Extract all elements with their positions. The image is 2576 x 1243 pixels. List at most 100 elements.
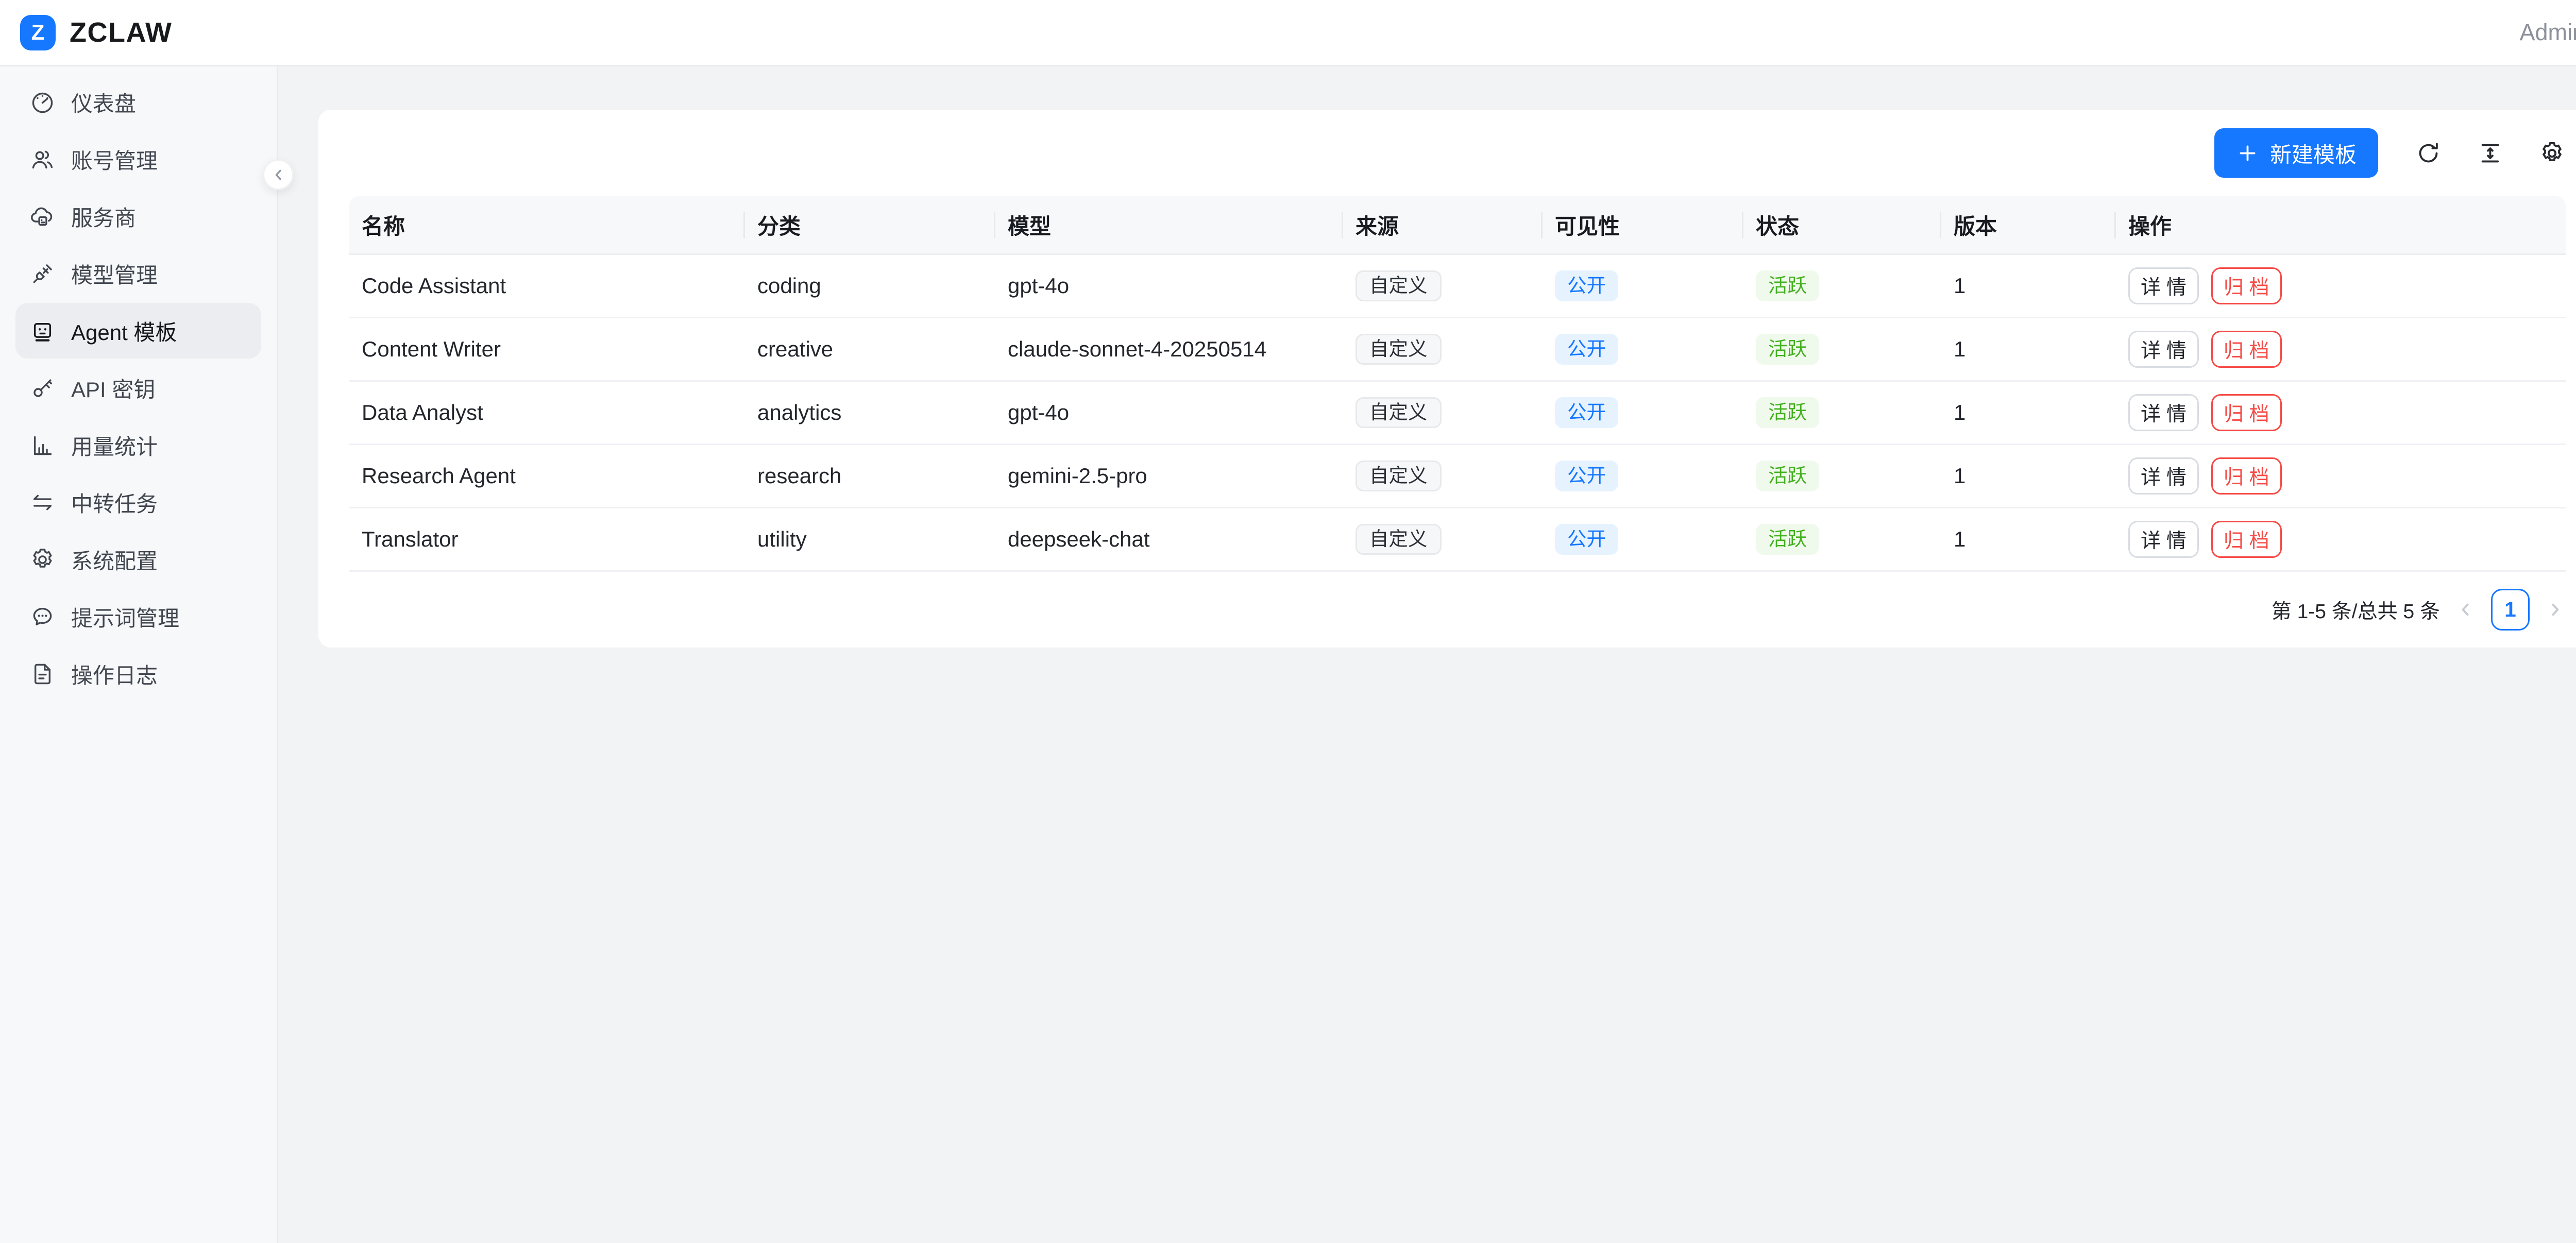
comment-icon [29, 604, 56, 630]
cell-category: utility [745, 508, 995, 572]
archive-button[interactable]: 归 档 [2211, 394, 2282, 431]
cell-version: 1 [1941, 445, 2116, 508]
users-icon [29, 146, 56, 173]
top-bar: Z ZCLAW Admin [0, 0, 2576, 66]
sidebar-item-system-config[interactable]: 系统配置 [15, 532, 261, 587]
sidebar-item-api-keys[interactable]: API 密钥 [15, 360, 261, 416]
column-header-category: 分类 [745, 196, 995, 255]
pagination-prev-icon[interactable] [2455, 600, 2476, 620]
column-header-source: 来源 [1343, 196, 1543, 255]
detail-button[interactable]: 详 情 [2128, 394, 2199, 431]
detail-button[interactable]: 详 情 [2128, 267, 2199, 304]
source-badge: 自定义 [1355, 334, 1442, 365]
admin-user-menu[interactable]: Admin [2519, 19, 2576, 46]
sidebar-item-models[interactable]: 模型管理 [15, 246, 261, 301]
sidebar-item-label: 用量统计 [71, 430, 158, 461]
chevron-left-icon [270, 166, 287, 183]
sidebar-item-relay-tasks[interactable]: 中转任务 [15, 474, 261, 530]
sidebar-item-label: 提示词管理 [71, 601, 179, 633]
source-badge: 自定义 [1355, 270, 1442, 301]
table-row: Research Agent research gemini-2.5-pro 自… [349, 445, 2566, 508]
brand: Z ZCLAW [20, 15, 172, 50]
app-root: Z ZCLAW Admin 仪表盘 账号管理 服务商 模型管理 [0, 0, 2576, 1243]
sidebar-item-label: 仪表盘 [71, 87, 136, 118]
table-row: Data Analyst analytics gpt-4o 自定义 公开 活跃 … [349, 382, 2566, 445]
template-list-card: 新建模板 名称 分类 模型 [318, 110, 2576, 648]
cell-model: gemini-2.5-pro [995, 445, 1343, 508]
templates-table: 名称 分类 模型 来源 可见性 状态 版本 操作 Code Assistant [349, 196, 2566, 572]
cell-model: deepseek-chat [995, 508, 1343, 572]
settings-icon[interactable] [2539, 140, 2565, 166]
cell-model: gpt-4o [995, 382, 1343, 445]
table-header-row: 名称 分类 模型 来源 可见性 状态 版本 操作 [349, 196, 2566, 255]
sidebar: 仪表盘 账号管理 服务商 模型管理 Agent 模板 API 密钥 [0, 66, 278, 1243]
sidebar-item-prompt-management[interactable]: 提示词管理 [15, 589, 261, 644]
detail-button[interactable]: 详 情 [2128, 457, 2199, 495]
sidebar-item-operation-logs[interactable]: 操作日志 [15, 646, 261, 702]
source-badge: 自定义 [1355, 397, 1442, 428]
cell-name: Translator [349, 508, 745, 572]
dashboard-icon [29, 89, 56, 115]
cell-category: analytics [745, 382, 995, 445]
table-row: Translator utility deepseek-chat 自定义 公开 … [349, 508, 2566, 572]
archive-button[interactable]: 归 档 [2211, 267, 2282, 304]
sidebar-item-usage-stats[interactable]: 用量统计 [15, 417, 261, 473]
archive-button[interactable]: 归 档 [2211, 457, 2282, 495]
detail-button[interactable]: 详 情 [2128, 521, 2199, 558]
cell-name: Research Agent [349, 445, 745, 508]
table-row: Code Assistant coding gpt-4o 自定义 公开 活跃 1… [349, 255, 2566, 318]
cell-version: 1 [1941, 508, 2116, 572]
sidebar-item-dashboard[interactable]: 仪表盘 [15, 74, 261, 130]
detail-button[interactable]: 详 情 [2128, 331, 2199, 368]
table-toolbar: 新建模板 [349, 110, 2565, 196]
source-badge: 自定义 [1355, 524, 1442, 555]
pagination-page-1[interactable]: 1 [2491, 589, 2530, 631]
refresh-icon[interactable] [2415, 140, 2442, 166]
status-badge: 活跃 [1756, 270, 1819, 301]
table-row: Content Writer creative claude-sonnet-4-… [349, 318, 2566, 382]
pagination: 第 1-5 条/总共 5 条 1 [349, 572, 2565, 648]
status-badge: 活跃 [1756, 524, 1819, 555]
cell-name: Code Assistant [349, 255, 745, 318]
cell-name: Data Analyst [349, 382, 745, 445]
sidebar-item-label: 操作日志 [71, 658, 158, 690]
archive-button[interactable]: 归 档 [2211, 331, 2282, 368]
column-header-actions: 操作 [2116, 196, 2566, 255]
column-header-name: 名称 [349, 196, 745, 255]
row-height-icon[interactable] [2477, 140, 2503, 166]
sidebar-item-providers[interactable]: 服务商 [15, 189, 261, 244]
brand-name: ZCLAW [70, 16, 172, 48]
status-badge: 活跃 [1756, 334, 1819, 365]
sidebar-collapse-button[interactable] [263, 159, 294, 190]
robot-icon [29, 318, 56, 344]
column-header-version: 版本 [1941, 196, 2116, 255]
sidebar-item-accounts[interactable]: 账号管理 [15, 131, 261, 187]
cloud-server-icon [29, 203, 56, 230]
status-badge: 活跃 [1756, 397, 1819, 428]
sidebar-item-label: Agent 模板 [71, 315, 177, 347]
cell-version: 1 [1941, 318, 2116, 382]
sidebar-item-label: 服务商 [71, 201, 136, 232]
swap-icon [29, 489, 56, 516]
column-header-status: 状态 [1743, 196, 1941, 255]
sidebar-item-label: 账号管理 [71, 144, 158, 175]
cell-model: gpt-4o [995, 255, 1343, 318]
visibility-badge: 公开 [1555, 524, 1618, 555]
visibility-badge: 公开 [1555, 334, 1618, 365]
plus-icon [2236, 142, 2259, 165]
cell-version: 1 [1941, 255, 2116, 318]
column-header-model: 模型 [995, 196, 1343, 255]
bar-chart-icon [29, 432, 56, 458]
cell-model: claude-sonnet-4-20250514 [995, 318, 1343, 382]
gear-icon [29, 547, 56, 573]
new-template-button[interactable]: 新建模板 [2214, 128, 2378, 178]
cell-category: coding [745, 255, 995, 318]
cell-name: Content Writer [349, 318, 745, 382]
sidebar-item-label: API 密钥 [71, 372, 155, 404]
sidebar-item-agent-templates[interactable]: Agent 模板 [15, 303, 261, 359]
key-icon [29, 375, 56, 401]
plug-icon [29, 261, 56, 287]
file-icon [29, 661, 56, 687]
pagination-next-icon[interactable] [2545, 600, 2565, 620]
archive-button[interactable]: 归 档 [2211, 521, 2282, 558]
